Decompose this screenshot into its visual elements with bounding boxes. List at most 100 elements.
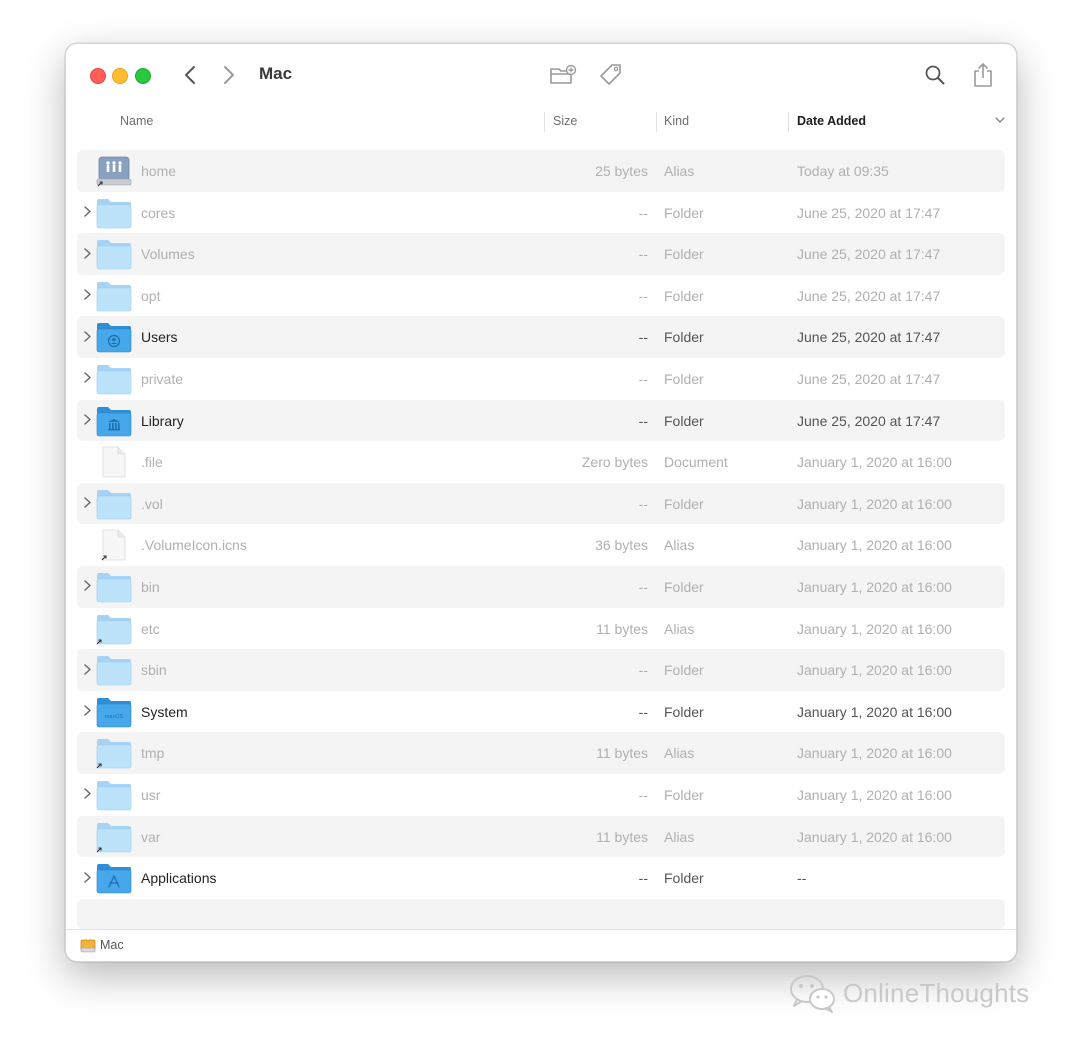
- disclosure-triangle[interactable]: [82, 788, 92, 800]
- file-size: --: [638, 703, 648, 720]
- file-kind: Folder: [664, 287, 704, 304]
- file-date-added: --: [797, 870, 807, 887]
- zoom-window-button[interactable]: [135, 68, 151, 84]
- file-name: usr: [141, 786, 161, 803]
- file-kind: Alias: [664, 537, 695, 554]
- file-row-sbin[interactable]: sbin -- Folder January 1, 2020 at 16:00: [77, 649, 1005, 691]
- file-size: 11 bytes: [596, 620, 648, 637]
- chevron-right-icon: [83, 871, 91, 883]
- library-folder-icon: [96, 405, 132, 437]
- file-date-added: January 1, 2020 at 16:00: [797, 620, 952, 637]
- file-row-cores[interactable]: cores -- Folder June 25, 2020 at 17:47: [77, 192, 1005, 234]
- column-header-name[interactable]: Name: [120, 114, 153, 128]
- watermark-text: OnlineThoughts: [843, 978, 1030, 1008]
- chevron-right-icon: [83, 206, 91, 217]
- file-date-added: January 1, 2020 at 16:00: [797, 495, 952, 512]
- file-kind: Alias: [664, 620, 695, 637]
- chevron-right-icon: [83, 247, 91, 259]
- file-kind: Alias: [664, 745, 695, 762]
- file-name: Applications: [141, 870, 217, 887]
- disclosure-triangle[interactable]: [82, 206, 92, 218]
- file-row-system[interactable]: macOS System -- Folder January 1, 2020 at 16…: [77, 691, 1005, 733]
- file-date-added: June 25, 2020 at 17:47: [797, 370, 941, 387]
- share-button[interactable]: [968, 60, 998, 90]
- file-size: --: [638, 786, 648, 803]
- file-kind: Folder: [664, 329, 704, 346]
- file-row-bin[interactable]: bin -- Folder January 1, 2020 at 16:00: [77, 565, 1005, 608]
- file-date-added: Today at 09:35: [797, 163, 889, 179]
- file-row-dot-volumeicon-icns[interactable]: .VolumeIcon.icns 36 bytes Alias January 1, …: [77, 524, 1005, 566]
- folder-icon: [96, 238, 132, 270]
- disclosure-triangle[interactable]: [82, 663, 92, 675]
- back-button[interactable]: [178, 63, 202, 87]
- disclosure-triangle[interactable]: [82, 871, 92, 883]
- file-name: home: [141, 163, 177, 179]
- file-size: --: [638, 870, 648, 887]
- chevron-right-icon: [83, 331, 91, 342]
- file-name: cores: [141, 204, 176, 221]
- minimize-window-button[interactable]: [112, 68, 128, 84]
- file-row-usr[interactable]: usr -- Folder January 1, 2020 at 16:00: [77, 774, 1005, 816]
- disclosure-triangle[interactable]: [82, 372, 92, 384]
- file-row-dot-vol[interactable]: .vol -- Folder January 1, 2020 at 16:00: [77, 482, 1005, 525]
- disclosure-triangle[interactable]: [82, 580, 92, 592]
- path-bar-item[interactable]: Mac: [100, 938, 124, 952]
- disclosure-triangle[interactable]: [82, 247, 92, 259]
- file-size: 11 bytes: [596, 828, 648, 845]
- chevron-right-icon: [83, 497, 91, 508]
- users-folder-icon: [96, 321, 132, 353]
- folder-icon: [96, 571, 132, 603]
- file-name: var: [141, 828, 161, 845]
- close-window-button[interactable]: [90, 68, 106, 84]
- file-kind: Document: [664, 454, 728, 471]
- file-size: --: [638, 329, 648, 346]
- file-kind: Folder: [664, 662, 704, 679]
- file-kind: Folder: [664, 703, 704, 720]
- file-row-var[interactable]: var 11 bytes Alias January 1, 2020 at 16:00: [77, 815, 1005, 858]
- file-size: --: [638, 662, 648, 679]
- column-header-size[interactable]: Size: [553, 114, 577, 128]
- folder-icon: [96, 488, 132, 520]
- file-kind: Folder: [664, 786, 704, 803]
- forward-button[interactable]: [217, 63, 241, 87]
- file-row-home[interactable]: home 25 bytes Alias Today at 09:35: [77, 150, 1005, 192]
- file-date-added: June 25, 2020 at 17:47: [797, 412, 941, 429]
- file-date-added: January 1, 2020 at 16:00: [797, 703, 952, 720]
- folder-icon: [96, 280, 132, 312]
- disclosure-triangle[interactable]: [82, 705, 92, 717]
- file-size: 36 bytes: [595, 537, 648, 554]
- tag-icon: [600, 64, 621, 85]
- folder-icon: [96, 654, 132, 686]
- column-header-date-added[interactable]: Date Added: [797, 114, 866, 128]
- new-folder-button[interactable]: [548, 60, 578, 90]
- forward-chevron-icon: [224, 66, 234, 84]
- chevron-right-icon: [83, 663, 91, 675]
- sort-chevron-down-icon[interactable]: [995, 117, 1005, 124]
- column-divider[interactable]: [544, 112, 545, 132]
- file-row-applications[interactable]: Applications -- Folder --: [77, 857, 1005, 899]
- disclosure-triangle[interactable]: [82, 330, 92, 342]
- disclosure-triangle[interactable]: [82, 414, 92, 426]
- file-kind: Folder: [664, 578, 704, 595]
- finder-window: Mac Name Size Kind Date Added home 25 by…: [65, 43, 1017, 962]
- file-row-users[interactable]: Users -- Folder June 25, 2020 at 17:47: [77, 316, 1005, 358]
- file-row-etc[interactable]: etc 11 bytes Alias January 1, 2020 at 16:00: [77, 608, 1005, 650]
- file-name: opt: [141, 287, 161, 304]
- alias-folder-icon: [96, 613, 132, 645]
- empty-row: [77, 898, 1005, 929]
- disclosure-triangle[interactable]: [82, 497, 92, 509]
- file-row-opt[interactable]: opt -- Folder June 25, 2020 at 17:47: [77, 275, 1005, 317]
- file-date-added: January 1, 2020 at 16:00: [797, 454, 952, 471]
- column-divider[interactable]: [656, 112, 657, 132]
- file-row-volumes[interactable]: Volumes -- Folder June 25, 2020 at 17:47: [77, 233, 1005, 275]
- file-row-tmp[interactable]: tmp 11 bytes Alias January 1, 2020 at 16:00: [77, 732, 1005, 774]
- column-header-kind[interactable]: Kind: [664, 114, 689, 128]
- tag-button[interactable]: [596, 60, 626, 90]
- file-row-private[interactable]: private -- Folder June 25, 2020 at 17:47: [77, 358, 1005, 400]
- disclosure-triangle[interactable]: [82, 289, 92, 301]
- file-row-library[interactable]: Library -- Folder June 25, 2020 at 17:47: [77, 399, 1005, 442]
- file-date-added: June 25, 2020 at 17:47: [797, 204, 941, 221]
- search-button[interactable]: [920, 60, 950, 90]
- file-row-dot-file[interactable]: .file Zero bytes Document January 1, 2020 a…: [77, 441, 1005, 483]
- column-divider[interactable]: [788, 112, 789, 132]
